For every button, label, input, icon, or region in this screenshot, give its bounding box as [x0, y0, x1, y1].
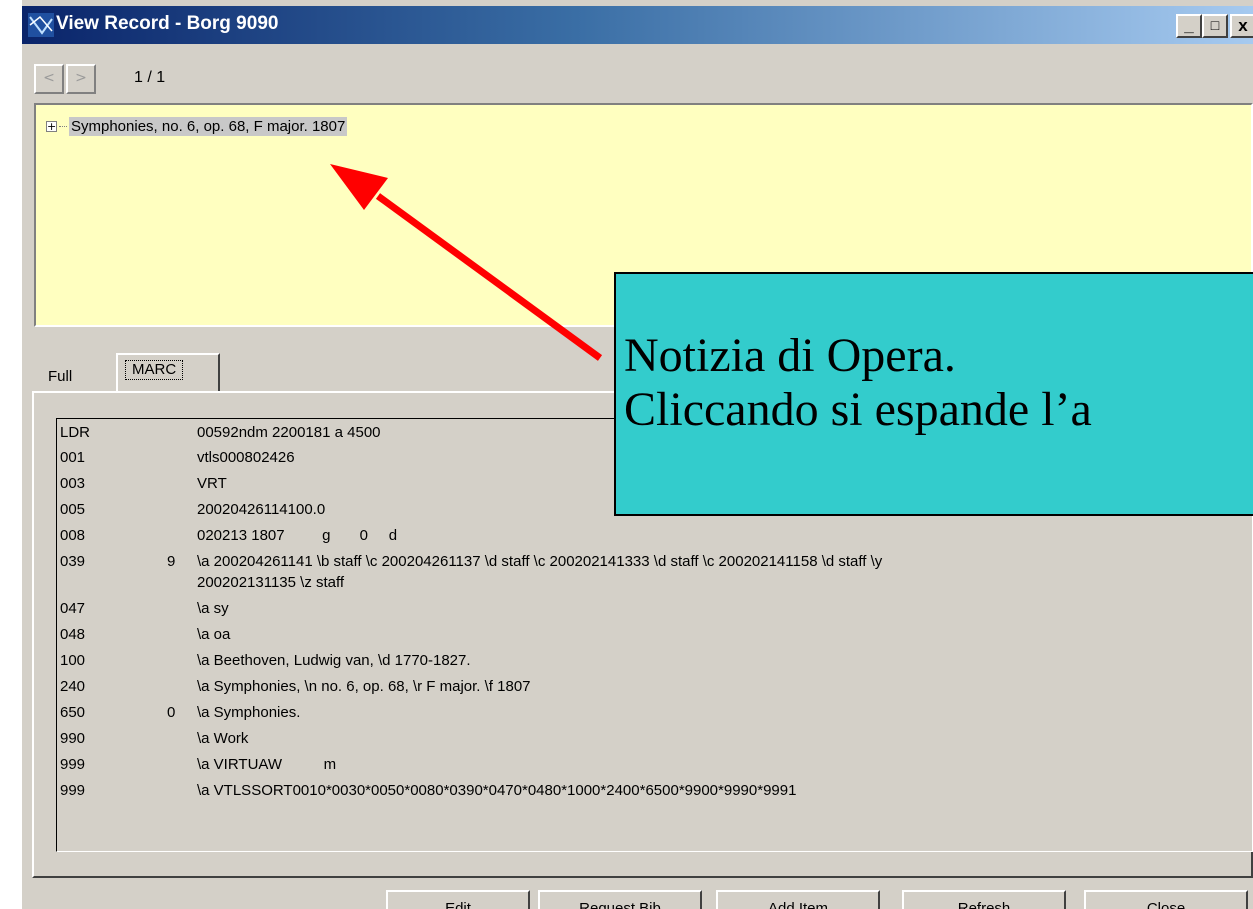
callout-line-1: Notizia di Opera.	[624, 329, 956, 382]
annotation-callout: Notizia di Opera. Cliccando si espande l…	[614, 272, 1253, 516]
callout-line-2: Cliccando si espande l’a	[624, 383, 1092, 436]
